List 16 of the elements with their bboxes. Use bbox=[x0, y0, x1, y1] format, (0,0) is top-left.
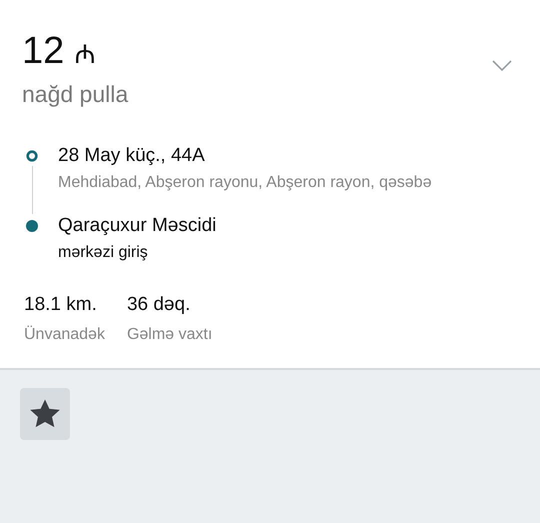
fare-amount: 12 bbox=[22, 30, 64, 72]
star-icon bbox=[29, 398, 61, 430]
address-title: Qaraçuxur Məscidi bbox=[58, 214, 216, 238]
address-detail: mərkəzi giriş bbox=[58, 243, 149, 263]
ring-marker-icon bbox=[26, 150, 38, 162]
stat-label: Gəlmə vaxtı bbox=[126, 326, 212, 344]
stat-label: Ünvanadək bbox=[24, 326, 105, 344]
stat-value: 18.1 km. bbox=[24, 294, 98, 316]
stat-value: 36 dəq. bbox=[126, 294, 192, 316]
dot-marker-icon bbox=[26, 220, 38, 232]
address-detail: Mehdiabad, Abşeron rayonu, Abşeron rayon, qəsəbə bbox=[58, 173, 432, 193]
currency-sign: ₼ bbox=[74, 38, 96, 71]
chevron-down-icon[interactable] bbox=[492, 60, 512, 72]
payment-method: nağd pulla bbox=[22, 81, 128, 108]
address-title: 28 May küç., 44A bbox=[58, 144, 206, 168]
favorite-button[interactable] bbox=[20, 388, 70, 440]
